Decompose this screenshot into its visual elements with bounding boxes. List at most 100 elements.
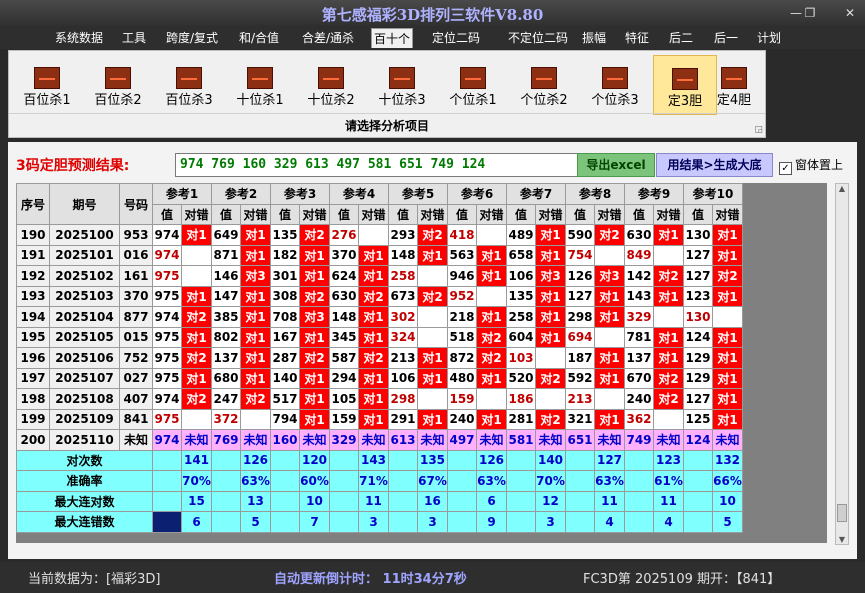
menu-item-6[interactable]: 定位二码 (430, 28, 482, 48)
update-countdown: 自动更新倒计时： 11时34分7秒 (274, 572, 467, 587)
menu-item-9[interactable]: 特征 (623, 28, 651, 48)
column-header-seq[interactable]: 序号 (16, 183, 50, 225)
hit-badge: 对1 (358, 326, 389, 348)
summary-value: 143 (358, 449, 389, 471)
menu-item-7[interactable]: 不定位二码 (506, 28, 570, 48)
ribbon-button-9[interactable]: 定3胆 (653, 55, 717, 115)
pending-unknown: 未知 (181, 429, 212, 451)
summary-value: 126 (476, 449, 507, 471)
menu-item-11[interactable]: 后一 (712, 28, 740, 48)
column-header-ref[interactable]: 参考8 (565, 183, 625, 205)
pending-unknown: 未知 (240, 429, 271, 451)
scroll-up-icon[interactable]: ▲ (836, 184, 848, 193)
export-excel-button[interactable]: 导出excel (577, 153, 655, 177)
summary-blank (506, 490, 536, 512)
ribbon-button-7[interactable]: 个位杀2 (512, 55, 576, 115)
ref-value: 105 (329, 388, 359, 410)
status-bar: 当前数据为：[福彩3D] 自动更新倒计时： 11时34分7秒 FC3D第 202… (0, 562, 865, 593)
ribbon-button-8[interactable]: 个位杀3 (583, 55, 647, 115)
summary-value: 63% (594, 470, 625, 492)
summary-blank (565, 470, 595, 492)
scroll-thumb[interactable] (837, 504, 847, 522)
close-icon[interactable]: ✕ (842, 6, 858, 20)
ref-value: 975 (152, 408, 182, 430)
ribbon-launcher-icon[interactable]: ◲ (754, 125, 763, 135)
pending-row[interactable]: 200 2025110 未知 974 未知 769 未知 160 未知 329 未知 613 未知 497… (16, 429, 743, 451)
column-header-ref[interactable]: 参考10 (683, 183, 743, 205)
hit-badge: 对1 (712, 224, 743, 246)
hit-badge: 对1 (299, 408, 330, 430)
hit-badge: 对2 (712, 265, 743, 287)
pending-unknown: 未知 (594, 429, 625, 451)
chart-icon (602, 67, 628, 89)
generate-base-button[interactable]: 用结果>生成大底 (656, 153, 773, 177)
hit-badge: 对1 (358, 388, 389, 410)
table-row[interactable]: 194 2025104 877 974 对2 385 对1 708 对3 148 对1 302 218 对… (16, 306, 743, 328)
table-row[interactable]: 195 2025105 015 975 对1 802 对1 167 对1 345 对1 324 518 对… (16, 326, 743, 348)
hit-badge: 对1 (594, 306, 625, 328)
menu-item-2[interactable]: 跨度/复式 (164, 28, 220, 48)
hit-badge: 对1 (240, 347, 271, 369)
hit-badge: 对1 (299, 244, 330, 266)
column-header-ref[interactable]: 参考5 (388, 183, 448, 205)
menu-item-4[interactable]: 合差/通杀 (300, 28, 356, 48)
menu-item-1[interactable]: 工具 (120, 28, 148, 48)
ribbon-button-5[interactable]: 十位杀3 (370, 55, 434, 115)
pending-value: 974 (152, 429, 182, 451)
table-row[interactable]: 191 2025101 016 974 871 对1 182 对1 370 对1 148 对1 563 对… (16, 244, 743, 266)
table-row[interactable]: 190 2025100 953 974 对1 649 对1 135 对2 276 293 对2 418 4… (16, 224, 743, 246)
ribbon-button-2[interactable]: 百位杀3 (157, 55, 221, 115)
ribbon-button-6[interactable]: 个位杀1 (441, 55, 505, 115)
ref-value: 673 (388, 285, 418, 307)
summary-value: 127 (594, 449, 625, 471)
summary-blank (329, 511, 359, 533)
table-row[interactable]: 193 2025103 370 975 对1 147 对1 308 对2 630 对2 673 对2 95… (16, 285, 743, 307)
ribbon-button-10[interactable]: 定4胆 (709, 55, 759, 115)
pending-unknown: 未知 (653, 429, 684, 451)
menu-item-8[interactable]: 振幅 (580, 28, 608, 48)
column-header-period[interactable]: 期号 (49, 183, 120, 225)
menu-item-12[interactable]: 计划 (755, 28, 783, 48)
ref-value: 362 (624, 408, 654, 430)
menu-item-0[interactable]: 系统数据 (53, 28, 105, 48)
prediction-result-field[interactable]: 974 769 160 329 613 497 581 651 749 124 (175, 153, 584, 177)
always-on-top-checkbox[interactable]: ✓ 窗体置上 (779, 156, 843, 175)
ribbon-button-1[interactable]: 百位杀2 (86, 55, 150, 115)
ref-value: 975 (152, 326, 182, 348)
menu-item-5[interactable]: 百十个 (371, 28, 414, 48)
column-header-ref[interactable]: 参考9 (624, 183, 684, 205)
hit-badge: 对1 (240, 367, 271, 389)
scroll-down-icon[interactable]: ▼ (836, 535, 848, 544)
summary-blank (683, 511, 713, 533)
table-row[interactable]: 198 2025108 407 974 对2 247 对2 517 对1 105 对1 298 159 1… (16, 388, 743, 410)
hit-badge: 对1 (358, 244, 389, 266)
column-header-ref[interactable]: 参考1 (152, 183, 212, 205)
ribbon-button-4[interactable]: 十位杀2 (299, 55, 363, 115)
summary-value: 6 (181, 511, 212, 533)
hit-badge: 对2 (653, 388, 684, 410)
column-header-ref[interactable]: 参考7 (506, 183, 566, 205)
checkbox-check-icon[interactable]: ✓ (779, 162, 792, 175)
summary-blank (211, 511, 241, 533)
hit-badge: 对2 (299, 224, 330, 246)
table-row[interactable]: 196 2025106 752 975 对2 137 对1 287 对2 587 对2 213 对1 87… (16, 347, 743, 369)
table-row[interactable]: 197 2025107 027 975 对1 680 对1 140 对1 294 对1 106 对1 48… (16, 367, 743, 389)
row-code: 752 (119, 347, 153, 369)
column-header-ref[interactable]: 参考6 (447, 183, 507, 205)
ribbon-button-0[interactable]: 百位杀1 (15, 55, 79, 115)
summary-value: 3 (417, 511, 448, 533)
row-seq: 195 (16, 326, 50, 348)
column-header-ref[interactable]: 参考4 (329, 183, 389, 205)
menu-item-10[interactable]: 后二 (667, 28, 695, 48)
menu-item-3[interactable]: 和/合值 (237, 28, 281, 48)
row-seq: 200 (16, 429, 50, 451)
column-header-ref[interactable]: 参考2 (211, 183, 271, 205)
column-header-ref[interactable]: 参考3 (270, 183, 330, 205)
maximize-icon[interactable]: ❐ (802, 6, 818, 20)
vertical-scrollbar[interactable]: ▲ ▼ (835, 183, 849, 545)
ribbon-button-3[interactable]: 十位杀1 (228, 55, 292, 115)
hit-badge: 对1 (712, 244, 743, 266)
column-header-code[interactable]: 号码 (119, 183, 153, 225)
table-row[interactable]: 199 2025109 841 975 372 794 对1 159 对1 291 对1 240 对1 2… (16, 408, 743, 430)
table-row[interactable]: 192 2025102 161 975 146 对3 301 对1 624 对1 258 946 对1 1… (16, 265, 743, 287)
